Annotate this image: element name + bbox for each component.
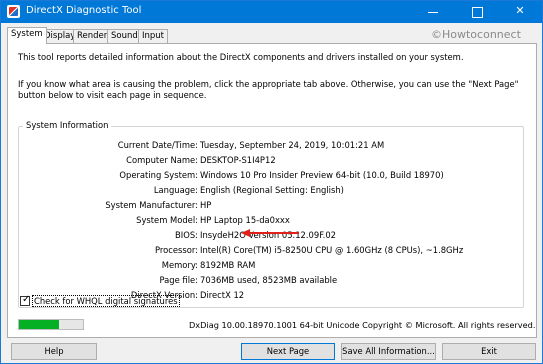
red-arrow-annotation [241,229,299,237]
whql-checkbox[interactable] [20,294,30,306]
info-value: 7036MB used, 8523MB available [200,275,338,285]
info-value: HP [200,200,212,210]
info-row-language: Language: English (Regional Setting: Eng… [19,185,525,197]
whql-checkbox-label[interactable]: Check for WHQL digital signatures [32,295,180,307]
info-row-page-file: Page file: 7036MB used, 8523MB available [19,275,525,287]
next-page-button-label: Next Page [266,346,310,356]
help-button[interactable]: Help [11,343,97,360]
minimize-button[interactable] [411,1,455,23]
tab-render[interactable]: Render [73,29,112,43]
info-label: Page file: [159,275,198,285]
window-title: DirectX Diagnostic Tool [26,5,142,16]
help-button-label: Help [44,346,64,356]
maximize-button[interactable] [455,1,499,23]
dxdiag-window: DirectX Diagnostic Tool ✕ ©Howtoconnect … [0,0,543,364]
exit-button-label: Exit [481,346,497,356]
info-row-processor: Processor: Intel(R) Core(TM) i5-8250U CP… [19,245,525,257]
info-value: Windows 10 Pro Insider Preview 64-bit (1… [200,170,444,180]
save-all-information-button[interactable]: Save All Information... [341,343,436,360]
info-label: System Model: [136,215,198,225]
close-button[interactable]: ✕ [498,1,542,23]
intro-text-1: This tool reports detailed information a… [18,52,464,62]
group-title: System Information [23,120,112,130]
info-row-computer-name: Computer Name: DESKTOP-S1I4P12 [19,155,525,167]
info-row-memory: Memory: 8192MB RAM [19,260,525,272]
info-value: English (Regional Setting: English) [200,185,344,195]
info-row-operating-system: Operating System: Windows 10 Pro Insider… [19,170,525,182]
info-label: Computer Name: [126,155,198,165]
tab-system[interactable]: System [7,27,47,44]
info-label: System Manufacturer: [105,200,198,210]
system-information-group: System Information Current Date/Time: Tu… [18,120,525,308]
progress-bar [18,319,84,330]
info-value: 8192MB RAM [200,260,256,270]
info-row-datetime: Current Date/Time: Tuesday, September 24… [19,140,525,152]
tab-input[interactable]: Input [138,29,169,43]
system-tab-panel: This tool reports detailed information a… [7,43,537,338]
info-value: Intel(R) Core(TM) i5-8250U CPU @ 1.60GHz… [200,245,464,255]
info-row-system-model: System Model: HP Laptop 15-da0xxx [19,215,525,227]
info-value: HP Laptop 15-da0xxx [200,215,290,225]
info-label: Memory: [161,260,198,270]
title-bar: DirectX Diagnostic Tool ✕ [1,1,542,23]
watermark-text: ©Howtoconnect [431,28,521,41]
info-label: Processor: [154,245,198,255]
info-label: Language: [153,185,198,195]
info-label: Operating System: [119,170,198,180]
progress-fill [19,320,59,329]
info-value: DESKTOP-S1I4P12 [200,155,276,165]
next-page-button[interactable]: Next Page [241,343,335,360]
directx-app-icon [7,5,20,18]
version-copyright-text: DxDiag 10.00.18970.1001 64-bit Unicode C… [189,320,536,330]
save-all-button-label: Save All Information... [342,346,435,356]
info-row-system-manufacturer: System Manufacturer: HP [19,200,525,212]
info-value: Tuesday, September 24, 2019, 10:01:21 AM [200,140,385,150]
info-value: DirectX 12 [200,290,245,300]
info-label: BIOS: [175,230,198,240]
intro-text-2: If you know what area is causing the pro… [18,79,519,100]
tab-sound[interactable]: Sound [107,29,142,43]
exit-button[interactable]: Exit [442,343,536,360]
info-label: Current Date/Time: [117,140,198,150]
